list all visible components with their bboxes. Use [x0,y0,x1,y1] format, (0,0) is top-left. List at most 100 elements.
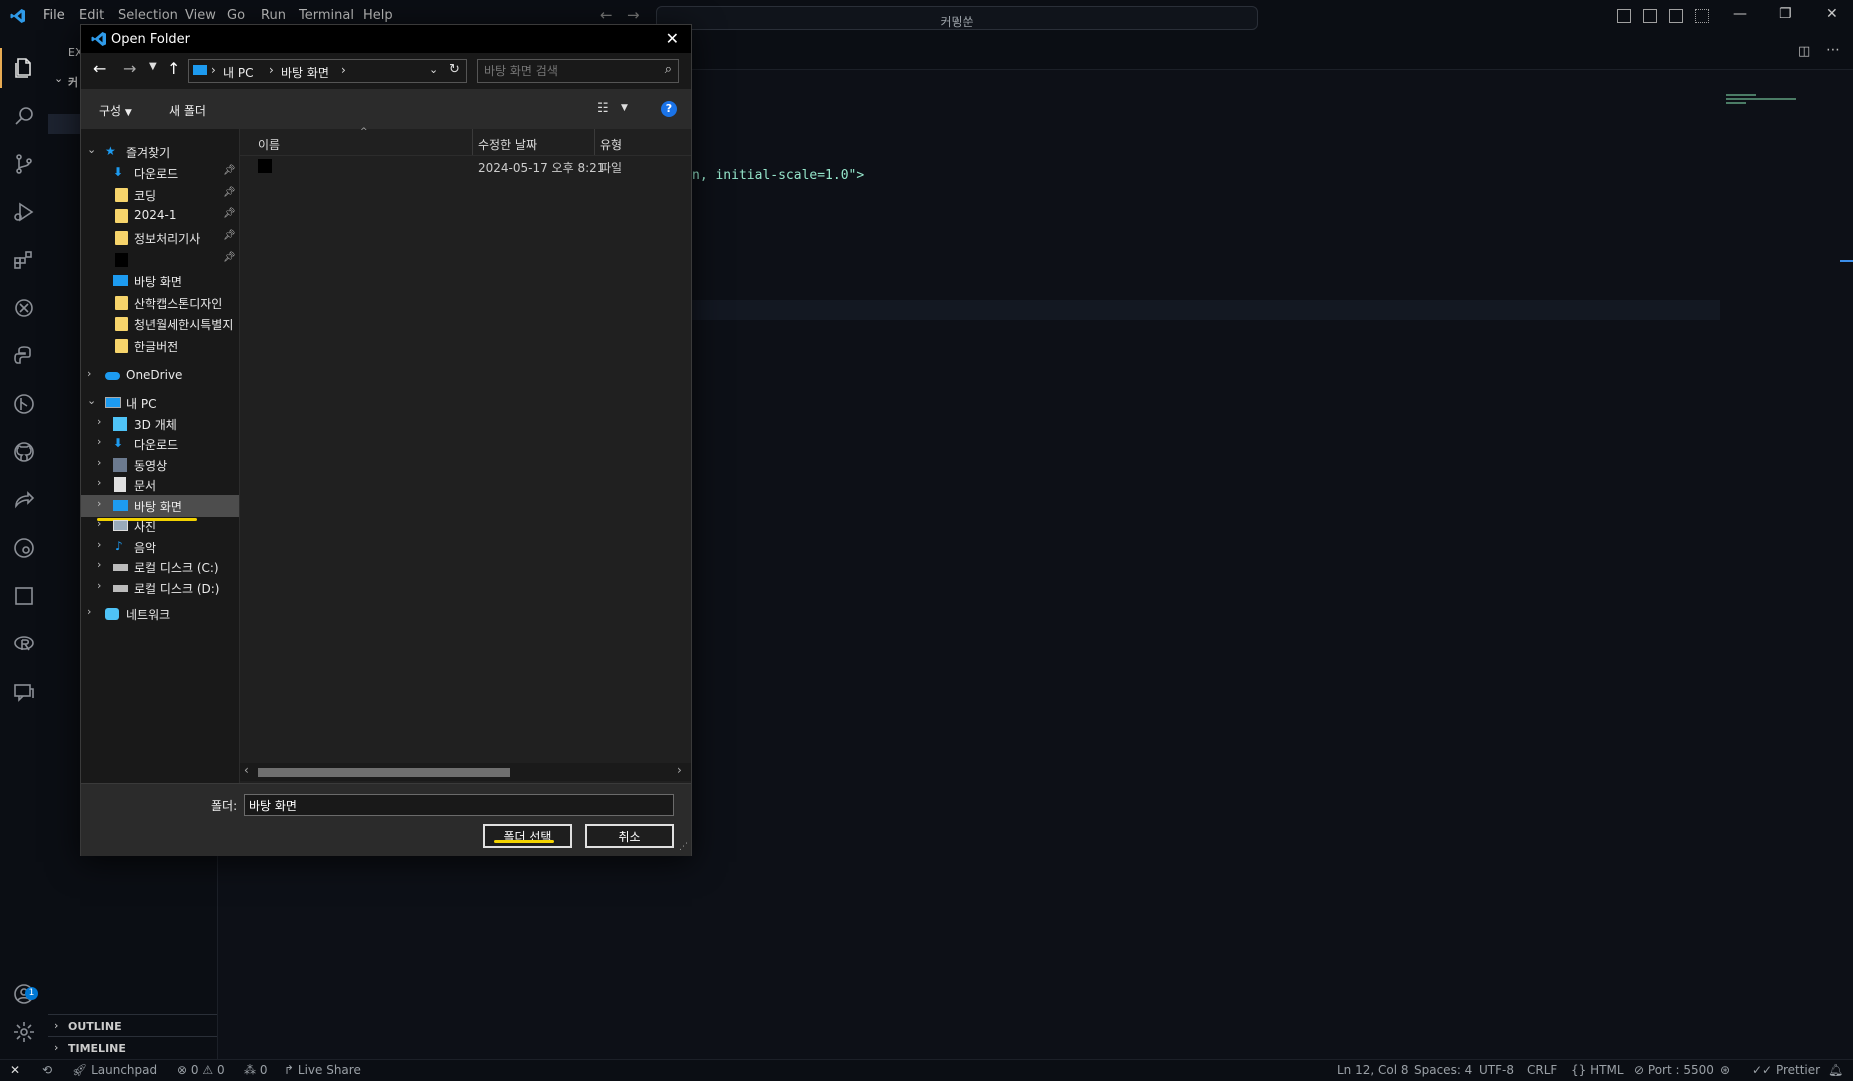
comments-icon[interactable] [12,680,36,704]
remote-indicator-icon[interactable]: ✕ [10,1063,20,1077]
nav-onedrive[interactable]: › OneDrive [81,365,239,387]
menu-terminal[interactable]: Terminal [299,8,354,23]
refresh-icon[interactable]: ↻ [449,62,460,77]
menu-run[interactable]: Run [261,8,286,23]
encoding[interactable]: UTF-8 [1479,1063,1514,1077]
nav-quick-redacted[interactable]: 📌︎ [81,249,239,271]
bell-icon[interactable]: 🔔︎ [1828,1063,1843,1077]
nav-this-pc[interactable]: ⌄ 내 PC [81,392,239,414]
workspace-folder-title[interactable]: 커 [68,74,78,90]
menu-view[interactable]: View [185,8,216,23]
language-mode[interactable]: {} HTML [1571,1063,1624,1077]
column-modified[interactable]: 수정한 날짜 [478,136,537,153]
live-share-icon[interactable] [12,488,36,512]
close-window-icon[interactable]: ✕ [1826,6,1838,22]
cursor-position[interactable]: Ln 12, Col 8 [1337,1063,1409,1077]
remote-explorer-icon[interactable] [12,536,36,560]
nav-quick-downloads[interactable]: ⬇ 다운로드 📌︎ [81,162,239,184]
minimap[interactable] [1726,92,1806,116]
select-folder-button[interactable]: 폴더 선택 [483,824,572,848]
scrollbar-thumb[interactable] [258,768,510,777]
help-icon[interactable]: ? [661,101,677,117]
toggle-panel-icon[interactable] [1643,9,1657,23]
address-bar[interactable]: › 내 PC › 바탕 화면 › ⌄ ↻ [188,59,467,83]
column-type[interactable]: 유형 [600,136,622,153]
search-input[interactable] [482,61,651,81]
folder-name-field[interactable]: 바탕 화면 [244,794,674,816]
scroll-right-icon[interactable]: › [677,763,682,777]
run-debug-icon[interactable] [12,200,36,224]
nav-pc-downloads[interactable]: › ⬇ 다운로드 [81,433,239,455]
breadcrumb-this-pc[interactable]: 내 PC [223,64,253,81]
launchpad-item[interactable]: 🚀︎ Launchpad [72,1063,157,1077]
nav-quick-hangul[interactable]: 한글버전 [81,335,239,357]
menu-go[interactable]: Go [227,8,245,23]
menu-help[interactable]: Help [363,8,393,23]
problems-item[interactable]: ⊗ 0 ⚠ 0 [177,1063,225,1077]
forward-arrow-icon[interactable]: → [627,6,640,24]
git-graph-icon[interactable] [12,392,36,416]
extensions-icon[interactable] [12,248,36,272]
nav-quick-info-processing[interactable]: 정보처리기사 📌︎ [81,227,239,249]
nav-local-disk-d[interactable]: › 로컬 디스크 (D:) [81,577,239,599]
nav-videos[interactable]: › 동영상 [81,454,239,476]
minimize-icon[interactable]: — [1733,6,1747,22]
resize-grip-icon[interactable]: ⋰ [679,842,688,852]
new-folder-button[interactable]: 새 폴더 [169,102,206,119]
source-control-icon[interactable] [12,152,36,176]
sync-icon[interactable]: ⟲ [42,1063,52,1077]
nav-network[interactable]: › 네트워크 [81,603,239,625]
menu-edit[interactable]: Edit [79,8,104,23]
search-icon[interactable] [12,104,36,128]
chevron-down-icon[interactable]: ⌄ [54,72,63,85]
command-center[interactable]: ⌕ 커밍쑨 [656,6,1258,30]
gear-icon[interactable] [12,1020,36,1044]
view-options-icon[interactable]: ☷ [597,101,609,116]
close-icon[interactable]: ✕ [666,29,679,48]
search-box[interactable]: ⌕ [477,59,679,83]
back-arrow-icon[interactable]: ← [600,6,613,24]
split-editor-icon[interactable]: ◫ [1798,44,1810,59]
prettier-item[interactable]: ✓✓ Prettier [1752,1063,1820,1077]
python-icon[interactable] [12,344,36,368]
cancel-button[interactable]: 취소 [585,824,674,848]
column-name[interactable]: 이름 [258,136,280,153]
menu-file[interactable]: File [43,8,65,23]
line-ending[interactable]: CRLF [1527,1063,1557,1077]
restore-icon[interactable]: ❐ [1779,6,1792,22]
horizontal-scrollbar[interactable]: ‹ › [240,763,691,781]
file-row[interactable]: 2024-05-17 오후 8:21 파일 [240,155,691,177]
chatgpt-icon[interactable] [12,296,36,320]
nav-music[interactable]: › ♪ 음악 [81,536,239,558]
address-dropdown-icon[interactable]: ⌄ [429,63,438,76]
scroll-left-icon[interactable]: ‹ [244,763,249,777]
explorer-icon[interactable] [12,56,36,80]
file-list-pane[interactable]: 이름 ^ 수정한 날짜 유형 2024-05-17 오후 8:21 파일 ‹ › [240,127,691,787]
live-share-item[interactable]: ↱ Live Share [284,1063,361,1077]
nav-pc-desktop-selected[interactable]: › 바탕 화면 [81,495,239,517]
nav-pictures[interactable]: › 사진 [81,515,239,537]
nav-quick-capstone[interactable]: 산학캡스톤디자인 [81,292,239,314]
organize-button[interactable]: 구성 ▼ [99,102,132,119]
up-arrow-icon[interactable]: ↑ [167,59,180,78]
indentation[interactable]: Spaces: 4 [1414,1063,1472,1077]
toggle-secondary-sidebar-icon[interactable] [1669,9,1683,23]
chevron-down-icon[interactable]: ▼ [621,103,628,113]
toggle-sidebar-icon[interactable] [1617,9,1631,23]
recent-locations-chevron-icon[interactable]: ▼ [149,61,157,72]
github-icon[interactable] [12,440,36,464]
outline-section[interactable]: OUTLINE [68,1020,122,1033]
timeline-section[interactable]: TIMELINE [68,1042,126,1055]
square-panel-icon[interactable] [12,584,36,608]
copilot-icon[interactable]: ⊛ [1720,1063,1730,1077]
nav-quick-youth-rent[interactable]: 청년월세한시특별지 [81,313,239,335]
menu-selection[interactable]: Selection [118,8,178,23]
ports-item[interactable]: ⁂ 0 [244,1063,267,1077]
live-server-port[interactable]: ⊘ Port : 5500 [1634,1063,1714,1077]
nav-quick-desktop[interactable]: 바탕 화면 [81,270,239,292]
forward-arrow-icon[interactable]: → [123,59,136,78]
nav-documents[interactable]: › 문서 [81,474,239,496]
back-arrow-icon[interactable]: ← [93,59,106,78]
nav-local-disk-c[interactable]: › 로컬 디스크 (C:) [81,556,239,578]
nav-3d-objects[interactable]: › 3D 개체 [81,413,239,435]
